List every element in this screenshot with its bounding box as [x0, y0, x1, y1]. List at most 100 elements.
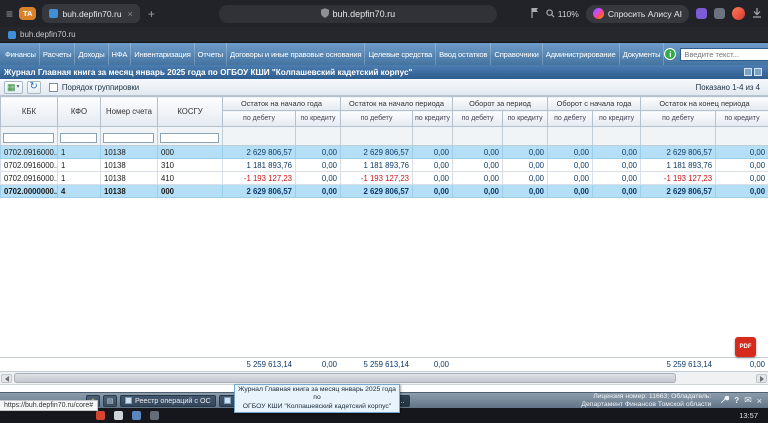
scroll-right-arrow[interactable] — [756, 374, 767, 383]
bookmark-item[interactable]: buh.depfin70.ru — [20, 30, 76, 39]
subheader-credit[interactable]: по кредиту — [502, 110, 549, 127]
refresh-button[interactable]: ↻ — [26, 80, 41, 94]
grouping-checkbox[interactable] — [48, 82, 58, 92]
app-tab-registry[interactable]: Реестр операций с ОС — [120, 394, 216, 407]
subheader-debit[interactable]: по дебету — [452, 110, 504, 127]
subheader-credit[interactable]: по кредиту — [295, 110, 341, 127]
menu-item-dokumenty[interactable]: Документы — [620, 43, 665, 65]
subheader-debit[interactable]: по дебету — [547, 110, 594, 127]
filter-account-input[interactable] — [103, 132, 154, 143]
close-button[interactable] — [754, 68, 762, 76]
download-icon[interactable] — [752, 5, 762, 23]
search-input[interactable] — [680, 47, 768, 61]
new-tab-button[interactable]: + — [148, 7, 155, 21]
col-header-kbk[interactable]: КБК — [0, 96, 58, 127]
subheader-debit[interactable]: по дебету — [640, 110, 717, 127]
menu-item-dohody[interactable]: Доходы — [75, 43, 109, 65]
cell: 0,00 — [502, 145, 549, 159]
taskbar-app-icon[interactable] — [132, 411, 141, 420]
subheader-credit[interactable]: по кредиту — [592, 110, 642, 127]
info-icon[interactable]: i — [664, 48, 677, 60]
col-header-kosgu[interactable]: КОСГУ — [157, 96, 223, 127]
summary-cell — [100, 358, 157, 371]
filter-kbk-input[interactable] — [3, 132, 54, 143]
taskbar-clock[interactable]: 13:57 — [739, 411, 762, 420]
cell: 0,00 — [715, 171, 768, 185]
table-row[interactable]: 0702.0000000... 4 10138 000 2 629 806,57 0,00… — [0, 184, 768, 198]
cell: 1 181 893,76 — [640, 158, 717, 172]
cell: 0,00 — [502, 171, 549, 185]
summary-cell — [502, 358, 547, 371]
filter-kfo-input[interactable] — [60, 132, 97, 143]
menu-item-finansy[interactable]: Финансы — [2, 43, 40, 65]
scrollbar-thumb[interactable] — [14, 373, 676, 383]
filter-cell-empty — [222, 126, 296, 146]
menu-item-dogovory[interactable]: Договоры и иные правовые основания — [227, 43, 366, 65]
cell: 0,00 — [715, 145, 768, 159]
cell: 0,00 — [592, 145, 642, 159]
table-row[interactable]: 0702.0916000... 1 10138 000 2 629 806,57 0,00… — [0, 145, 768, 159]
profile-badge[interactable]: TA — [19, 7, 37, 20]
taskbar-app-icon[interactable] — [114, 411, 123, 420]
table-row[interactable]: 0702.0916000... 1 10138 410 -1 193 127,23 0,0… — [0, 171, 768, 185]
cell: 0,00 — [502, 184, 549, 198]
chevron-down-icon: ▾ — [16, 84, 20, 90]
browser-menu-icon[interactable]: ≡ — [6, 7, 13, 21]
taskbar-app-icon[interactable] — [150, 411, 159, 420]
subheader-credit[interactable]: по кредиту — [715, 110, 768, 127]
cell: 0,00 — [411, 158, 454, 172]
cell: 0,00 — [547, 184, 594, 198]
cell: 1 181 893,76 — [222, 158, 296, 172]
menu-item-raschety[interactable]: Расчеты — [40, 43, 76, 65]
col-header-account[interactable]: Номер счета — [100, 96, 158, 127]
taskbar-app-icon[interactable] — [96, 411, 105, 420]
subheader-debit[interactable]: по дебету — [222, 110, 296, 127]
mail-icon[interactable]: ✉ — [744, 395, 752, 406]
menu-item-otchety[interactable]: Отчеты — [195, 43, 228, 65]
wrench-icon[interactable] — [720, 395, 730, 406]
zoom-indicator[interactable]: 110% — [546, 5, 579, 23]
menu-item-inventarizaciya[interactable]: Инвентаризация — [131, 43, 195, 65]
extension-icon[interactable] — [696, 8, 707, 19]
close-session-icon[interactable]: × — [757, 396, 762, 406]
avatar[interactable] — [732, 7, 745, 20]
bookmarks-bar: buh.depfin70.ru — [0, 27, 768, 43]
site-favicon — [49, 9, 59, 18]
close-tab-icon[interactable]: × — [128, 9, 133, 19]
scroll-left-arrow[interactable] — [1, 374, 12, 383]
alice-button[interactable]: Спросить Алису AI — [585, 4, 689, 23]
pdf-export-icon[interactable]: PDF — [735, 337, 756, 357]
menu-item-celevye-sredstva[interactable]: Целевые средства — [365, 43, 437, 65]
col-header-kfo[interactable]: КФО — [57, 96, 101, 127]
filter-kosgu-input[interactable] — [160, 132, 219, 143]
menu-item-vvod-ostatkov[interactable]: Ввод остатков — [436, 43, 492, 65]
window-list-button[interactable]: ▤ — [103, 394, 117, 407]
help-icon[interactable]: ? — [734, 396, 739, 405]
subheader-debit[interactable]: по дебету — [340, 110, 413, 127]
address-bar[interactable]: buh.depfin70.ru — [218, 4, 497, 23]
menu-item-administrirovanie[interactable]: Администрирование — [543, 43, 620, 65]
cell: 0,00 — [547, 171, 594, 185]
cell: 310 — [157, 158, 223, 172]
cell: 2 629 806,57 — [340, 184, 413, 198]
extensions-puzzle-icon[interactable] — [714, 8, 725, 19]
cell: 0,00 — [502, 158, 549, 172]
group-header-row: КБК КФО Номер счета КОСГУ Остаток на нач… — [0, 96, 768, 127]
menu-item-spravochniki[interactable]: Справочники — [491, 43, 543, 65]
export-button[interactable]: ▦ ▾ — [4, 80, 23, 94]
subheader-credit[interactable]: по кредиту — [411, 110, 454, 127]
cell: 2 629 806,57 — [640, 184, 717, 198]
bookmark-flag-icon[interactable] — [531, 5, 539, 23]
shield-icon — [320, 5, 329, 23]
browser-tab[interactable]: buh.depfin70.ru × — [42, 4, 140, 23]
cell: 2 629 806,57 — [222, 145, 296, 159]
filter-cell — [57, 126, 101, 146]
cell: 1 181 893,76 — [340, 158, 413, 172]
filter-cell — [0, 126, 58, 146]
minimize-button[interactable] — [744, 68, 752, 76]
table-row[interactable]: 0702.0916000... 1 10138 310 1 181 893,76 0,00… — [0, 158, 768, 172]
menu-item-nfa[interactable]: НФА — [109, 43, 132, 65]
license-info: Лицензия номер: 11663; Обладатель: Депар… — [581, 393, 711, 408]
cell: 0,00 — [592, 184, 642, 198]
cell: 0,00 — [592, 171, 642, 185]
